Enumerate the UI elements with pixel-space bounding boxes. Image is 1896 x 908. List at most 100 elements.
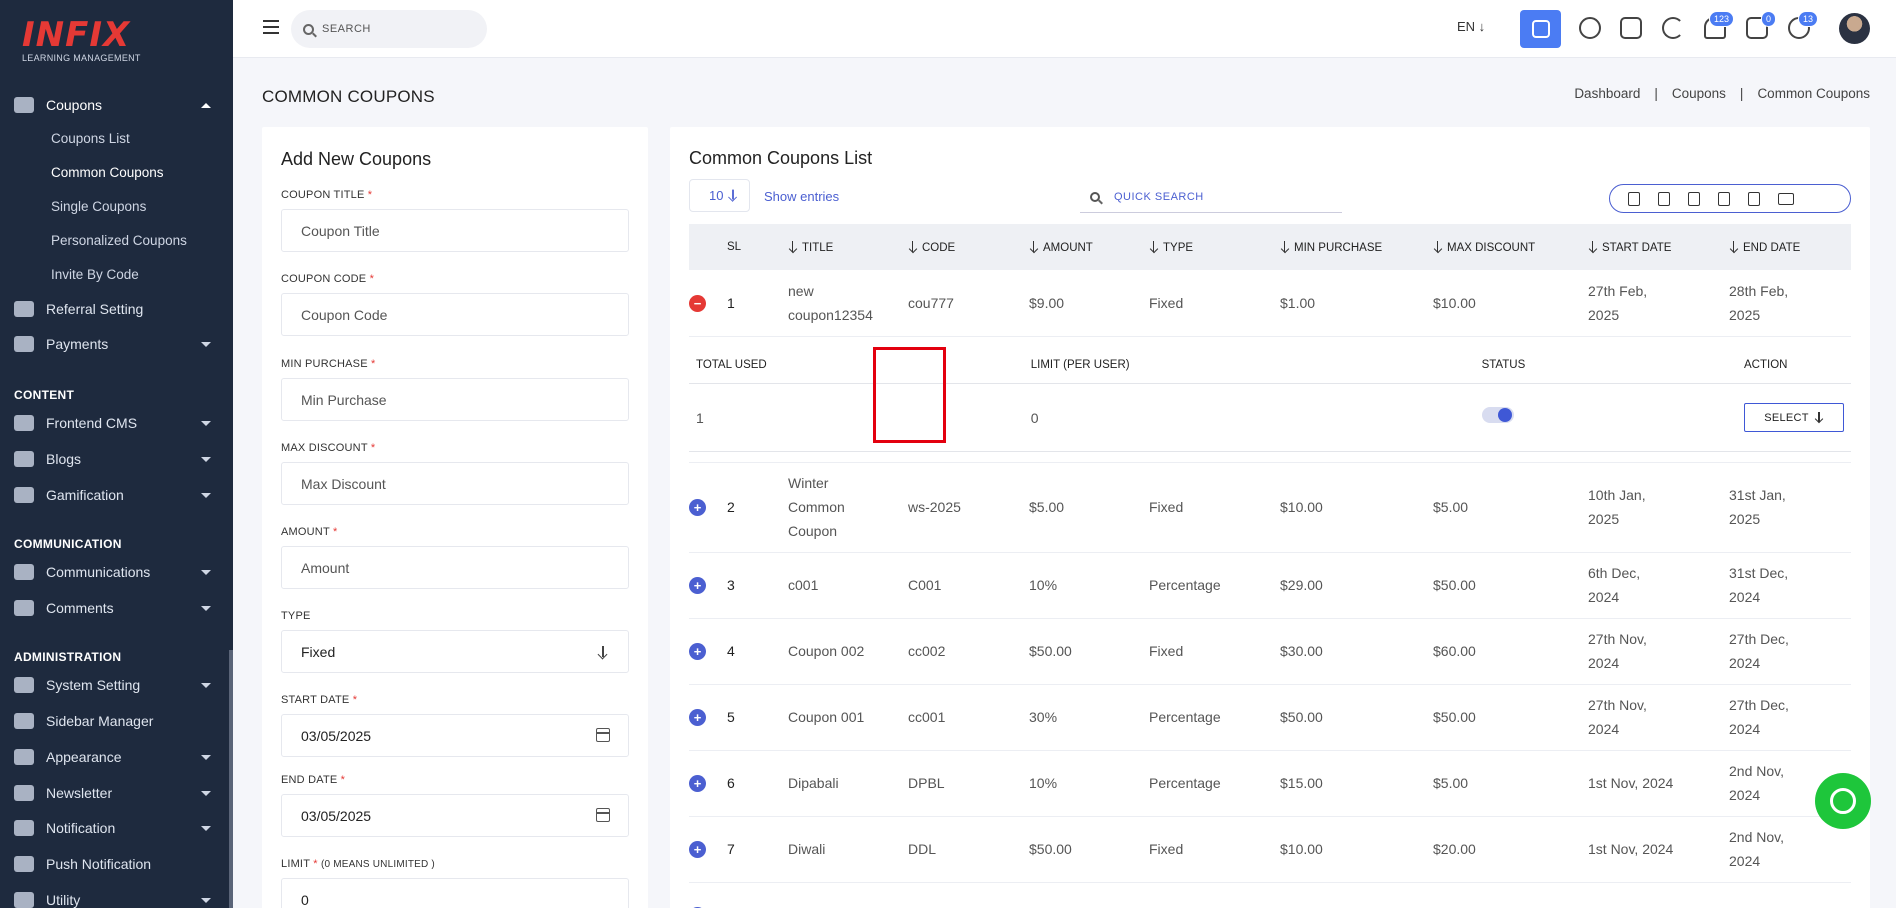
expand-row-icon[interactable]: + (689, 684, 727, 750)
message-icon[interactable]: 0 (1746, 11, 1776, 39)
global-search[interactable] (291, 10, 487, 48)
sidebar-item-appearance[interactable]: Appearance (0, 742, 233, 772)
plus-circle-icon[interactable]: + (689, 643, 706, 660)
brand-name: INFIX (22, 15, 131, 55)
cell-sl: 2 (727, 499, 735, 515)
min-purchase-input[interactable]: Min Purchase (281, 378, 629, 421)
section-administration: ADMINISTRATION (14, 650, 122, 664)
sidebar-item-system-setting[interactable]: System Setting (0, 670, 233, 700)
column-header-min-purchase[interactable]: MIN PURCHASE (1280, 224, 1433, 270)
expand-row-icon[interactable]: + (689, 552, 727, 618)
table-row: +8 16th Oct,1st Nov, (689, 882, 1851, 908)
column-header-end-date[interactable]: END DATE (1729, 224, 1851, 270)
column-header-title[interactable]: TITLE (788, 224, 908, 270)
plus-circle-icon[interactable]: + (689, 499, 706, 516)
language-selector[interactable]: EN ↓ (1457, 19, 1485, 34)
bell-icon[interactable]: 123 (1704, 11, 1734, 39)
end-date-input[interactable]: 03/05/2025 (281, 794, 629, 837)
status-toggle-switch[interactable] (1481, 406, 1514, 423)
start-date-input[interactable]: 03/05/2025 (281, 714, 629, 757)
sidebar-subitem-invite-by-code[interactable]: Invite By Code (51, 267, 139, 282)
action-select-button[interactable]: SELECT (1744, 403, 1844, 432)
sidebar-item-utility[interactable]: Utility (0, 885, 233, 908)
expand-row-icon[interactable]: + (689, 750, 727, 816)
whatsapp-icon[interactable]: 13 (1788, 11, 1818, 39)
sidebar-item-referral-setting[interactable]: Referral Setting (0, 294, 233, 324)
breadcrumb-separator: | (1739, 86, 1744, 101)
cell-start-date-line: 16th Oct, (1588, 903, 1729, 908)
expand-row-icon[interactable]: + (689, 882, 727, 908)
entries-select[interactable]: 10 (689, 179, 750, 212)
type-select[interactable]: Fixed (281, 630, 629, 673)
sort-icon (1588, 240, 1598, 252)
coupon-title-input[interactable]: Coupon Title (281, 209, 629, 252)
cell-code: DPBL (908, 775, 945, 791)
column-header-type[interactable]: TYPE (1149, 224, 1280, 270)
logo[interactable]: INFIX LEARNING MANAGEMENT (0, 0, 233, 72)
sidebar-subitem-single-coupons[interactable]: Single Coupons (51, 199, 146, 214)
sidebar-item-sidebar-manager[interactable]: Sidebar Manager (0, 706, 233, 736)
calendar-icon[interactable] (596, 728, 610, 742)
sidebar-item-push-notification[interactable]: Push Notification (0, 849, 233, 879)
search-input[interactable] (322, 23, 472, 35)
language-label: EN (1457, 19, 1476, 34)
plus-circle-icon[interactable]: + (689, 577, 706, 594)
coupon-code-input[interactable]: Coupon Code (281, 293, 629, 336)
quick-search-input[interactable] (1114, 190, 1314, 203)
whatsapp-chat-button[interactable] (1815, 773, 1871, 829)
column-header-max-discount[interactable]: MAX DISCOUNT (1433, 224, 1588, 270)
column-header-code[interactable]: CODE (908, 224, 1029, 270)
calendar-icon[interactable] (596, 808, 610, 822)
column-header-sl[interactable]: SL (727, 224, 788, 270)
sidebar-item-gamification[interactable]: Gamification (0, 480, 233, 510)
cell-start-date-line: 2025 (1588, 306, 1620, 323)
cell-end-date: 31st Dec, 2024 (1729, 552, 1851, 618)
sidebar-item-payments[interactable]: Payments (0, 329, 233, 359)
collapse-row-icon[interactable]: − (689, 270, 727, 336)
sidebar-item-label: System Setting (46, 677, 141, 693)
expand-row-icon[interactable]: + (689, 462, 727, 552)
sidebar-item-newsletter[interactable]: Newsletter (0, 778, 233, 808)
max-discount-input[interactable]: Max Discount (281, 462, 629, 505)
columns-icon[interactable] (1778, 192, 1794, 205)
expand-row-icon[interactable]: + (689, 816, 727, 882)
cpu-icon (1531, 20, 1550, 38)
menu-toggle-icon[interactable] (263, 20, 279, 34)
plus-circle-icon[interactable]: + (689, 841, 706, 858)
sidebar-item-notification[interactable]: Notification (0, 813, 233, 843)
csv-icon[interactable] (1688, 191, 1700, 206)
sidebar-scrollbar[interactable] (229, 650, 233, 908)
breadcrumb-coupons[interactable]: Coupons (1672, 86, 1726, 101)
cell-title (788, 882, 908, 908)
column-header-amount[interactable]: AMOUNT (1029, 224, 1149, 270)
moon-icon[interactable] (1662, 17, 1684, 39)
avatar[interactable] (1839, 13, 1870, 44)
list-heading: Common Coupons List (689, 148, 873, 168)
globe-icon[interactable] (1579, 17, 1601, 39)
amount-input[interactable]: Amount (281, 546, 629, 589)
sidebar-subitem-common-coupons[interactable]: Common Coupons (51, 165, 164, 180)
copy-icon[interactable] (1628, 191, 1640, 206)
breadcrumb-dashboard[interactable]: Dashboard (1574, 86, 1640, 101)
cell-sl: 8 (727, 882, 788, 908)
sidebar-subitem-coupons-list[interactable]: Coupons List (51, 131, 130, 146)
sidebar-item-coupons[interactable]: Coupons (0, 90, 233, 120)
limit-input[interactable]: 0 (281, 878, 629, 908)
sidebar-item-communications[interactable]: Communications (0, 557, 233, 587)
pdf-icon[interactable] (1718, 191, 1730, 206)
sidebar-subitem-personalized-coupons[interactable]: Personalized Coupons (51, 233, 187, 248)
plus-circle-icon[interactable]: + (689, 709, 706, 726)
excel-icon[interactable] (1658, 191, 1670, 206)
column-header-start-date[interactable]: START DATE (1588, 224, 1729, 270)
layout-icon[interactable] (1620, 17, 1642, 39)
quick-search[interactable] (1080, 181, 1342, 213)
print-icon[interactable] (1748, 191, 1760, 206)
sidebar-item-comments[interactable]: Comments (0, 593, 233, 623)
sidebar-item-frontend-cms[interactable]: Frontend CMS (0, 408, 233, 438)
expand-row-icon[interactable]: + (689, 618, 727, 684)
minus-circle-icon[interactable]: − (689, 294, 706, 312)
cpu-button[interactable] (1520, 10, 1561, 48)
plus-circle-icon[interactable]: + (689, 775, 706, 792)
cell-code: C001 (908, 577, 942, 593)
sidebar-item-blogs[interactable]: Blogs (0, 444, 233, 474)
